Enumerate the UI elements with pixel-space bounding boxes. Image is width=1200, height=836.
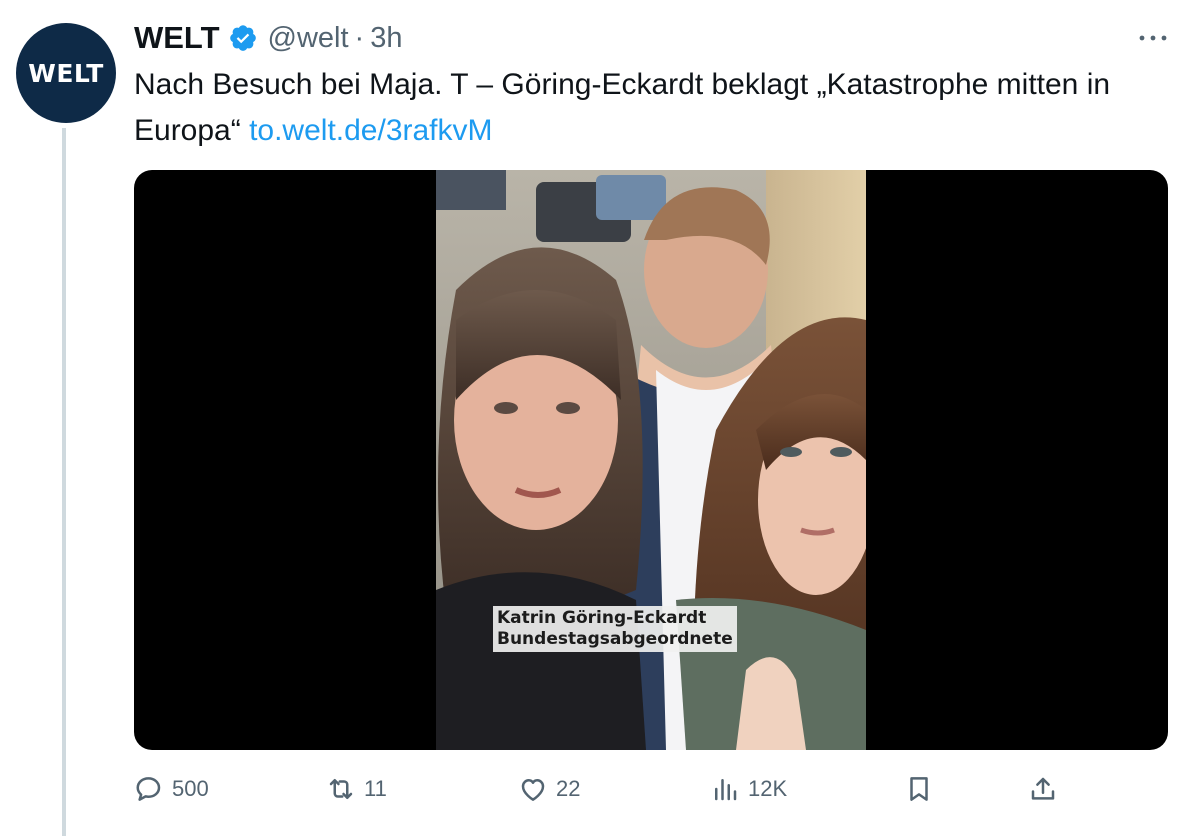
views-button[interactable]: 12K	[710, 766, 787, 812]
display-name[interactable]: WELT	[134, 20, 220, 56]
tweet-text: Nach Besuch bei Maja. T – Göring-Eckardt…	[134, 62, 1184, 154]
retweet-button[interactable]: 11	[326, 766, 387, 812]
heart-icon	[521, 779, 545, 801]
thread-line	[62, 128, 66, 836]
retweet-arrows-icon	[329, 779, 353, 799]
like-button[interactable]: 22	[518, 766, 580, 812]
caption-name: Katrin Göring-Eckardt	[497, 608, 707, 628]
views-count: 12K	[748, 776, 788, 801]
reply-bubble-icon	[136, 777, 161, 801]
share-upload-icon	[1031, 777, 1055, 800]
tweet[interactable]: WELT WELT @welt · 3h Nach Besuch bei Maj…	[0, 0, 1200, 836]
retweet-count: 11	[364, 776, 387, 801]
share-button[interactable]	[1028, 766, 1058, 812]
avatar-logo-text: WELT	[28, 58, 104, 88]
verified-badge-icon	[229, 25, 256, 51]
video-still-image	[436, 170, 866, 750]
avatar[interactable]: WELT	[16, 23, 116, 123]
action-bar: 500 11 22 12K	[134, 766, 1168, 812]
bookmark-button[interactable]	[904, 766, 934, 812]
reply-count: 500	[172, 776, 209, 801]
handle[interactable]: @welt	[268, 22, 349, 55]
tweet-link[interactable]: to.welt.de/3rafkvM	[249, 114, 492, 147]
separator-dot: ·	[354, 21, 365, 54]
caption-title: Bundestagsabgeordnete	[497, 629, 733, 649]
like-count: 22	[556, 776, 581, 801]
reply-button[interactable]: 500	[134, 766, 209, 812]
video-player[interactable]: Katrin Göring-Eckardt Bundestagsabgeordn…	[134, 170, 1168, 750]
video-frame: Katrin Göring-Eckardt Bundestagsabgeordn…	[436, 170, 866, 750]
bar-chart-icon	[715, 779, 737, 801]
timestamp[interactable]: 3h	[370, 22, 402, 55]
more-dots-icon[interactable]	[1136, 24, 1170, 52]
tweet-header: WELT @welt · 3h	[134, 18, 402, 58]
video-caption: Katrin Göring-Eckardt Bundestagsabgeordn…	[493, 606, 737, 652]
bookmark-icon	[910, 777, 928, 801]
